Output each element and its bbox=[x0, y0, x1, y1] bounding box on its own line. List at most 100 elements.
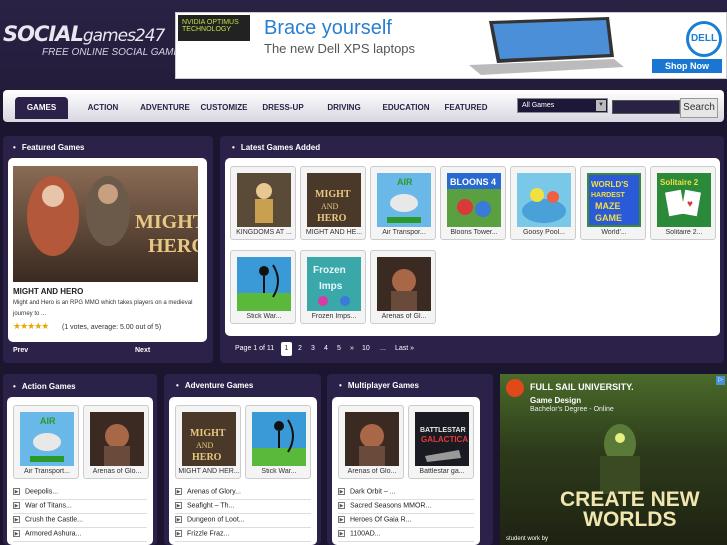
page-5-link[interactable]: 5 bbox=[337, 345, 341, 352]
arrow-right-icon: ▶ bbox=[175, 530, 182, 537]
game-thumb-caption: Air Transpor... bbox=[382, 229, 426, 236]
list-item-label: 1100AD... bbox=[350, 530, 381, 538]
game-thumb[interactable]: KINGDOMS AT ... bbox=[230, 166, 296, 240]
arrow-right-icon: ▶ bbox=[13, 502, 20, 509]
featured-panel: • Featured Games MIGHT HERO MIGHT AND HER… bbox=[3, 136, 213, 363]
page-3-link[interactable]: 3 bbox=[311, 345, 315, 352]
list-item[interactable]: ▶ Armored Ashura... bbox=[13, 528, 147, 542]
ad-program: Game Design bbox=[530, 396, 582, 405]
game-thumb[interactable]: MIGHT AND HERO MIGHT AND HER... bbox=[175, 405, 241, 479]
list-item[interactable]: ▶ 1100AD... bbox=[338, 528, 474, 542]
last-page-link[interactable]: Last » bbox=[395, 345, 414, 352]
game-thumb-caption: Stick War... bbox=[261, 468, 297, 475]
list-item-label: Dungeon of Loot... bbox=[187, 516, 245, 524]
search-button[interactable]: Search bbox=[680, 98, 718, 118]
list-item[interactable]: ▶ Deepolis... bbox=[13, 486, 147, 500]
nav-customize[interactable]: CUSTOMIZE bbox=[196, 97, 252, 119]
game-thumb[interactable]: MIGHT AND HERO MIGHT AND HE... bbox=[300, 166, 366, 240]
svg-text:AIR: AIR bbox=[397, 177, 413, 187]
game-thumb[interactable]: Frozen Imps Frozen Imps... bbox=[300, 250, 366, 324]
list-item[interactable]: ▶ Seafight – Th... bbox=[175, 500, 311, 514]
list-item-label: Heroes Of Gaia R... bbox=[350, 516, 412, 524]
game-thumb[interactable]: AIR Air Transpor... bbox=[370, 166, 436, 240]
game-thumb[interactable]: Arenas of Glo... bbox=[83, 405, 149, 479]
list-item-label: Deepolis... bbox=[25, 488, 59, 496]
full-sail-logo bbox=[506, 379, 524, 397]
game-thumb-image: WORLD'S HARDEST MAZE GAME bbox=[587, 173, 641, 227]
ad-info-icon[interactable]: ▷ bbox=[716, 376, 725, 385]
list-item[interactable]: ▶ Frizzle Fraz... bbox=[175, 528, 311, 542]
nav-games[interactable]: GAMES bbox=[15, 97, 68, 119]
site-logo[interactable]: SOCIALgames247 bbox=[3, 22, 165, 46]
svg-text:GALACTICA: GALACTICA bbox=[421, 435, 468, 444]
game-thumb[interactable]: Goosy Pool... bbox=[510, 166, 576, 240]
arrow-right-icon: ▶ bbox=[175, 488, 182, 495]
list-item[interactable]: ▶ Dungeon of Loot... bbox=[175, 514, 311, 528]
page-2-link[interactable]: 2 bbox=[298, 345, 302, 352]
nav-adventure[interactable]: ADVENTURE bbox=[136, 97, 194, 119]
nav-action[interactable]: ACTION bbox=[78, 97, 128, 119]
svg-text:AND: AND bbox=[321, 202, 339, 211]
game-thumb-image bbox=[237, 257, 291, 311]
action-title-text: Action Games bbox=[21, 382, 76, 391]
nav-featured[interactable]: FEATURED bbox=[441, 97, 491, 119]
side-banner-ad[interactable]: FULL SAIL UNIVERSITY. Game Design Bachel… bbox=[500, 374, 727, 545]
featured-game-title[interactable]: MIGHT AND HERO bbox=[13, 287, 83, 296]
svg-text:♥: ♥ bbox=[687, 199, 693, 210]
next-link[interactable]: Next bbox=[135, 347, 150, 354]
nav-education[interactable]: EDUCATION bbox=[378, 97, 434, 119]
arrow-right-icon: ▶ bbox=[338, 516, 345, 523]
list-item[interactable]: ▶ War of Titans... bbox=[13, 500, 147, 514]
game-thumb[interactable]: Arenas of Gl... bbox=[370, 250, 436, 324]
ad-subline: The new Dell XPS laptops bbox=[264, 41, 416, 56]
adventure-games-panel: • Adventure Games MIGHT AND HERO MIGHT AND … bbox=[164, 374, 321, 545]
game-thumb[interactable]: Solitaire 2 ♥ Solitaire 2... bbox=[650, 166, 716, 240]
action-games-panel: • Action Games AIR Air Transport... Arena… bbox=[3, 374, 157, 545]
bullet-icon: • bbox=[13, 143, 16, 152]
list-item[interactable]: ▶ Heroes Of Gaia R... bbox=[338, 514, 474, 528]
nav-dress-up[interactable]: DRESS-UP bbox=[258, 97, 308, 119]
game-thumb-image: Frozen Imps bbox=[307, 257, 361, 311]
page-4-link[interactable]: 4 bbox=[324, 345, 328, 352]
arrow-right-icon: ▶ bbox=[175, 502, 182, 509]
game-thumb-caption: Arenas of Glo... bbox=[92, 468, 142, 475]
search-input[interactable] bbox=[612, 100, 680, 114]
svg-text:AIR: AIR bbox=[40, 416, 56, 426]
nav-driving[interactable]: DRIVING bbox=[321, 97, 367, 119]
game-thumb-image: MIGHT AND HERO bbox=[307, 173, 361, 227]
category-select[interactable]: All Games ▼ bbox=[517, 98, 608, 113]
bullet-icon: • bbox=[339, 381, 342, 390]
next-page-link[interactable]: » bbox=[350, 345, 354, 352]
game-thumb[interactable]: BATTLESTAR GALACTICA Battlestar ga... bbox=[408, 405, 474, 479]
page-1-current[interactable]: 1 bbox=[281, 342, 292, 356]
list-item[interactable]: ▶ Arenas of Glory... bbox=[175, 486, 311, 500]
page-10-link[interactable]: 10 bbox=[362, 345, 370, 352]
top-banner-ad[interactable]: NVIDIA OPTIMUS TECHNOLOGY Brace yourself… bbox=[175, 12, 727, 79]
list-item[interactable]: ▶ Sacred Seasons MMOR... bbox=[338, 500, 474, 514]
action-panel-title: • Action Games bbox=[13, 382, 76, 391]
game-thumb-caption: Arenas of Glo... bbox=[347, 468, 397, 475]
list-item[interactable]: ▶ Dark Orbit – ... bbox=[338, 486, 474, 500]
site-header: SOCIALgames247 FREE ONLINE SOCIAL GAMES … bbox=[0, 0, 727, 90]
shop-now-button[interactable]: Shop Now bbox=[652, 59, 722, 73]
svg-text:WORLD'S: WORLD'S bbox=[591, 180, 629, 189]
rating-stars[interactable]: ★★★★★ bbox=[13, 321, 49, 332]
svg-text:BLOONS 4: BLOONS 4 bbox=[450, 177, 496, 187]
bullet-icon: • bbox=[13, 382, 16, 391]
featured-panel-title: • Featured Games bbox=[13, 143, 85, 152]
list-item[interactable]: ▶ Crush the Castle... bbox=[13, 514, 147, 528]
game-thumb-image: AIR bbox=[377, 173, 431, 227]
game-thumb[interactable]: Arenas of Glo... bbox=[338, 405, 404, 479]
list-item-label: Seafight – Th... bbox=[187, 502, 235, 510]
game-thumb[interactable]: BLOONS 4 Bloons Tower... bbox=[440, 166, 506, 240]
game-thumb[interactable]: AIR Air Transport... bbox=[13, 405, 79, 479]
game-thumb-caption: MIGHT AND HER... bbox=[178, 468, 240, 475]
game-thumb[interactable]: WORLD'S HARDEST MAZE GAME World'... bbox=[580, 166, 646, 240]
game-thumb[interactable]: Stick War... bbox=[245, 405, 311, 479]
svg-text:Imps: Imps bbox=[319, 281, 343, 292]
featured-game-image[interactable]: MIGHT HERO bbox=[13, 166, 198, 282]
game-thumb[interactable]: Stick War... bbox=[230, 250, 296, 324]
prev-link[interactable]: Prev bbox=[13, 347, 28, 354]
latest-panel-title: • Latest Games Added bbox=[232, 143, 320, 152]
latest-games-panel: • Latest Games Added KINGDOMS AT ... MIGH… bbox=[220, 136, 724, 363]
